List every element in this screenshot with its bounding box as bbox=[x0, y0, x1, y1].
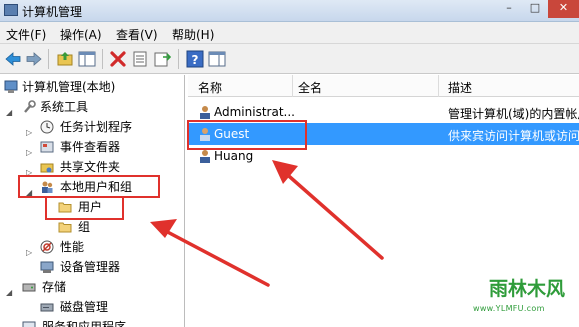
user-icon bbox=[200, 150, 210, 163]
tree-item-label: 磁盘管理 bbox=[60, 300, 109, 314]
tree-item-storage[interactable]: ◢ 存储 bbox=[0, 277, 184, 297]
tree-item-label: 存储 bbox=[42, 280, 67, 294]
computer-management-app-icon bbox=[4, 4, 18, 16]
user-icon bbox=[200, 128, 210, 141]
close-button[interactable]: ✕ bbox=[548, 0, 579, 18]
column-divider[interactable] bbox=[438, 75, 439, 97]
window-title: 计算机管理 bbox=[22, 5, 83, 19]
watermark-url: www.YLMFU.com bbox=[473, 304, 545, 313]
services-icon bbox=[22, 321, 36, 327]
tree-item-event-viewer[interactable]: ▷ 事件查看器 bbox=[0, 137, 184, 157]
device-manager-icon bbox=[40, 261, 54, 273]
folder-icon bbox=[58, 222, 72, 233]
storage-icon bbox=[22, 283, 36, 292]
tools-icon bbox=[24, 100, 36, 113]
tree-item-label: 本地用户和组 bbox=[60, 180, 133, 194]
tree-item-performance[interactable]: ▷ 性能 bbox=[0, 237, 184, 257]
tree-item-label: 事件查看器 bbox=[60, 140, 121, 154]
tree-item-label: 计算机管理(本地) bbox=[22, 80, 116, 94]
table-row[interactable]: Administrat... 管理计算机(域)的内置帐户 bbox=[188, 101, 579, 123]
user-icon bbox=[200, 106, 210, 119]
tree-item-label: 共享文件夹 bbox=[60, 160, 121, 174]
properties-icon[interactable] bbox=[131, 50, 149, 68]
toolbar-separator bbox=[102, 49, 103, 69]
column-header-name[interactable]: 名称 bbox=[198, 79, 222, 96]
toolbar-separator bbox=[178, 49, 179, 69]
menu-action[interactable]: 操作(A) bbox=[60, 26, 102, 43]
menu-bar: 文件(F) 操作(A) 查看(V) 帮助(H) bbox=[0, 22, 579, 44]
expand-arrow-icon[interactable]: ▷ bbox=[6, 323, 12, 327]
shared-folder-icon bbox=[40, 163, 54, 173]
tree-item-label: 性能 bbox=[60, 240, 85, 254]
tree-item-label: 设备管理器 bbox=[60, 260, 121, 274]
tree-item-label: 组 bbox=[78, 220, 91, 234]
export-icon[interactable] bbox=[153, 50, 171, 68]
title-bar: 计算机管理 – □ ✕ bbox=[0, 0, 579, 22]
tree-item-users[interactable]: 用户 bbox=[0, 197, 184, 217]
column-header-description[interactable]: 描述 bbox=[448, 79, 472, 96]
folder-icon bbox=[58, 202, 72, 213]
menu-help[interactable]: 帮助(H) bbox=[172, 26, 214, 43]
clock-icon bbox=[40, 120, 54, 134]
toolbar-separator bbox=[48, 49, 49, 69]
column-header-fullname[interactable]: 全名 bbox=[298, 79, 322, 96]
tree-item-label: 系统工具 bbox=[40, 100, 89, 114]
tree-item-task-scheduler[interactable]: ▷ 任务计划程序 bbox=[0, 117, 184, 137]
computer-management-icon bbox=[4, 80, 18, 93]
show-tree-icon[interactable] bbox=[78, 50, 96, 68]
watermark-logo: 雨林木风 www.YLMFU.com bbox=[469, 262, 579, 327]
user-name: Guest bbox=[214, 127, 250, 141]
event-viewer-icon bbox=[40, 141, 54, 153]
tree-item-local-users-groups[interactable]: ◢ 本地用户和组 bbox=[0, 177, 184, 197]
table-row-selected[interactable]: Guest 供来宾访问计算机或访问 bbox=[188, 123, 579, 145]
forward-icon[interactable] bbox=[25, 50, 43, 68]
toolbar: ? bbox=[0, 44, 579, 74]
menu-file[interactable]: 文件(F) bbox=[6, 26, 46, 43]
tree-item-disk-management[interactable]: 磁盘管理 bbox=[0, 297, 184, 317]
tree-item-label: 任务计划程序 bbox=[60, 120, 133, 134]
users-groups-icon bbox=[42, 181, 53, 193]
back-icon[interactable] bbox=[4, 50, 22, 68]
performance-icon bbox=[40, 240, 54, 254]
console-tree: 计算机管理(本地) ◢ 系统工具 ▷ 任务计划程序 ▷ 事件查看器 ▷ 共享文件… bbox=[0, 75, 185, 327]
list-header: 名称 全名 描述 bbox=[188, 75, 579, 97]
tree-item-groups[interactable]: 组 bbox=[0, 217, 184, 237]
delete-icon[interactable] bbox=[109, 50, 127, 68]
menu-view[interactable]: 查看(V) bbox=[116, 26, 158, 43]
help-icon[interactable]: ? bbox=[186, 50, 204, 68]
user-name: Administrat... bbox=[214, 105, 295, 119]
tree-item-device-manager[interactable]: 设备管理器 bbox=[0, 257, 184, 277]
tree-item-label: 用户 bbox=[78, 200, 103, 214]
svg-text:?: ? bbox=[192, 53, 199, 67]
user-description: 管理计算机(域)的内置帐户 bbox=[448, 107, 579, 121]
user-description: 供来宾访问计算机或访问 bbox=[448, 129, 579, 143]
action-pane-icon[interactable] bbox=[208, 50, 226, 68]
maximize-button[interactable]: □ bbox=[522, 0, 548, 18]
tree-item-services-apps[interactable]: ▷ 服务和应用程序 bbox=[0, 317, 184, 327]
column-divider[interactable] bbox=[292, 75, 293, 97]
tree-item-label: 服务和应用程序 bbox=[42, 320, 127, 327]
watermark-title: 雨林木风 bbox=[489, 278, 566, 300]
tree-item-computer-management[interactable]: 计算机管理(本地) bbox=[0, 77, 184, 97]
up-folder-icon[interactable] bbox=[56, 50, 74, 68]
table-row[interactable]: Huang bbox=[188, 145, 579, 167]
user-name: Huang bbox=[214, 149, 254, 163]
tree-item-system-tools[interactable]: ◢ 系统工具 bbox=[0, 97, 184, 117]
disk-icon bbox=[40, 303, 54, 312]
minimize-button[interactable]: – bbox=[496, 0, 522, 18]
tree-item-shared-folders[interactable]: ▷ 共享文件夹 bbox=[0, 157, 184, 177]
